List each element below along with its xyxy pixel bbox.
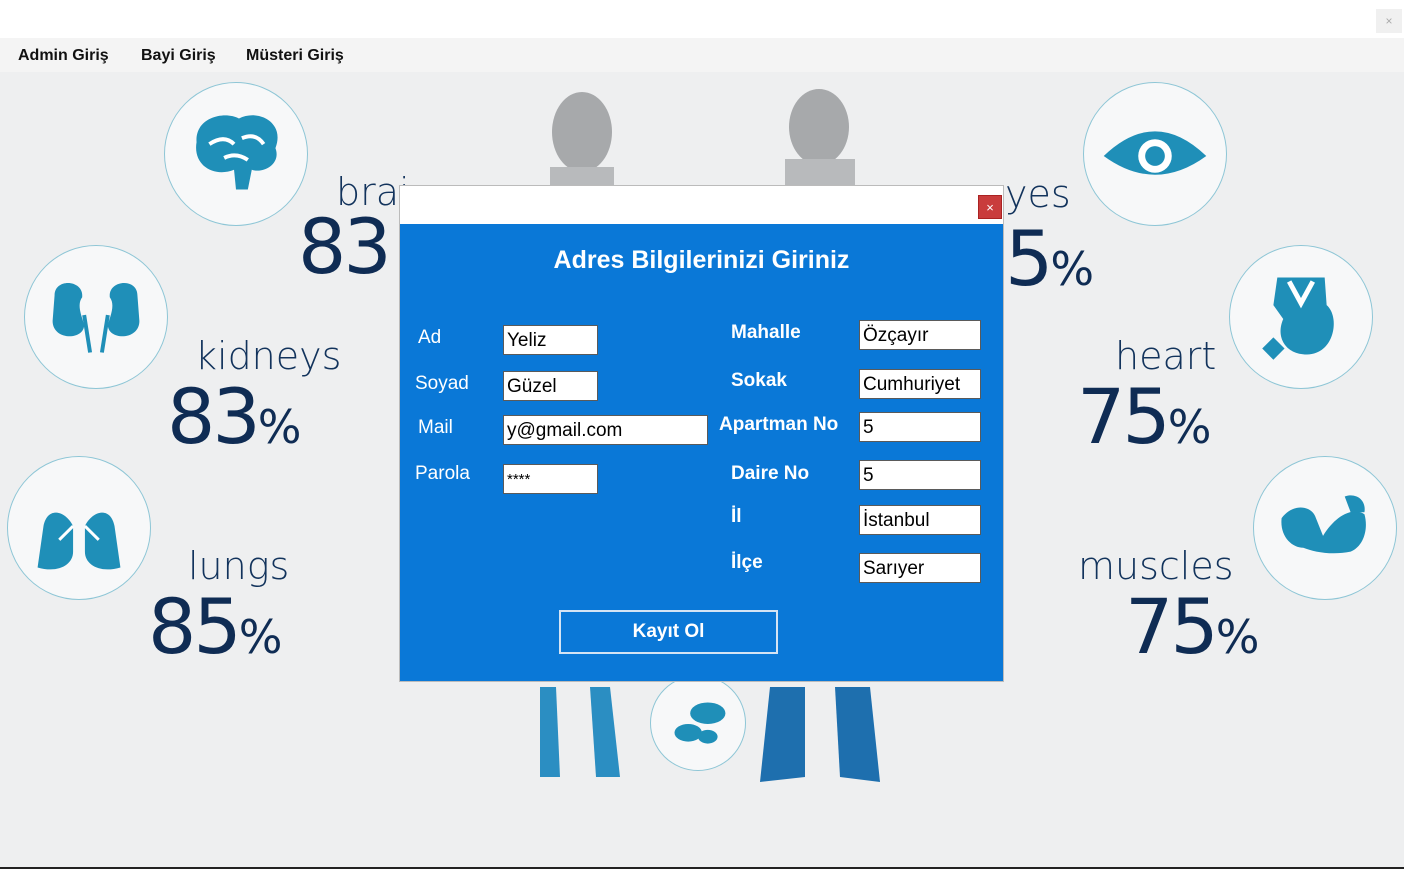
organ-percent-kidneys: 83% (167, 372, 302, 461)
label-parola: Parola (415, 463, 470, 484)
label-ad: Ad (418, 327, 442, 348)
label-mahalle: Mahalle (731, 322, 801, 343)
menu-dealer-login[interactable]: Bayi Giriş (141, 47, 216, 65)
label-sokak: Sokak (731, 370, 787, 391)
input-apartman-no[interactable]: 5 (859, 412, 981, 442)
menu-admin-login[interactable]: Admin Giriş (18, 47, 109, 65)
label-daire-no: Daire No (731, 463, 810, 484)
organ-percent-lungs: 85% (148, 582, 283, 671)
label-il: İl (731, 506, 742, 527)
heart-icon-circle (1229, 245, 1373, 389)
kidneys-icon-circle (24, 245, 168, 389)
input-ilce[interactable]: Sarıyer (859, 553, 981, 583)
window-titlebar: × (0, 0, 1404, 38)
label-ilce: İlçe (731, 552, 763, 573)
input-parola[interactable]: **** (503, 464, 598, 494)
organ-percent-muscles: 75% (1125, 582, 1260, 671)
kidneys-icon (52, 282, 140, 353)
dialog-close-button[interactable]: × (978, 195, 1002, 219)
blood-cells-icon (674, 702, 726, 744)
eye-icon (1103, 131, 1207, 175)
label-mail: Mail (418, 417, 453, 438)
dialog-title: Adres Bilgilerinizi Giriniz (553, 246, 850, 274)
register-button[interactable]: Kayıt Ol (559, 610, 778, 654)
input-mahalle[interactable]: Özçayır (859, 320, 981, 350)
input-il[interactable]: İstanbul (859, 505, 981, 535)
input-mail[interactable]: y@gmail.com (503, 415, 708, 445)
lungs-icon (37, 486, 121, 570)
input-soyad[interactable]: Güzel (503, 371, 598, 401)
dialog-titlebar (400, 186, 1003, 224)
input-ad[interactable]: Yeliz (503, 325, 598, 355)
label-apartman-no: Apartman No (719, 414, 839, 435)
label-soyad: Soyad (415, 373, 469, 394)
address-dialog: × Adres Bilgilerinizi Giriniz Ad Yeliz S… (399, 185, 1004, 682)
muscle-icon-circle (1253, 456, 1397, 600)
window-close-button[interactable]: × (1376, 9, 1402, 33)
menu-bar: Admin Giriş Bayi Giriş Müsteri Giriş (0, 38, 1404, 72)
organ-name-eyes: yes (1005, 172, 1071, 216)
blood-cells-icon-circle (650, 675, 746, 771)
input-sokak[interactable]: Cumhuriyet (859, 369, 981, 399)
muscle-icon (1281, 495, 1366, 554)
eye-icon-circle (1083, 82, 1227, 226)
organ-percent-eyes: 5% (1005, 214, 1095, 303)
brain-icon-circle (164, 82, 308, 226)
input-daire-no[interactable]: 5 (859, 460, 981, 490)
organ-percent-brain: 83 (298, 202, 392, 291)
menu-customer-login[interactable]: Müsteri Giriş (246, 47, 344, 65)
organ-percent-heart: 75% (1077, 372, 1212, 461)
lungs-icon-circle (7, 456, 151, 600)
brain-icon (196, 115, 278, 190)
heart-icon (1262, 277, 1334, 360)
